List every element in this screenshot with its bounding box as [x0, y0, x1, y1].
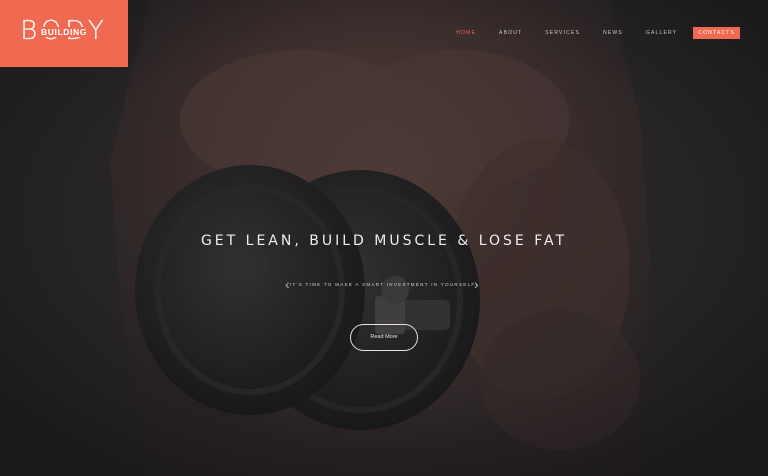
nav-item-home[interactable]: HOME	[456, 30, 476, 36]
chevron-right-icon[interactable]: ›	[474, 277, 479, 291]
main-nav: HOME ABOUT SERVICES NEWS GALLERY CONTACT…	[433, 27, 740, 39]
hero-headline: GET LEAN, BUILD MUSCLE & LOSE FAT	[200, 233, 568, 249]
logo-subtitle: BUILDING	[0, 27, 128, 37]
read-more-button[interactable]: Read More	[350, 324, 418, 351]
nav-item-news[interactable]: NEWS	[603, 30, 623, 36]
nav-item-contacts[interactable]: CONTACTS	[693, 27, 740, 39]
nav-item-services[interactable]: SERVICES	[545, 30, 580, 36]
logo-subtitle-text: BUILDING	[38, 27, 90, 37]
hero-subline: IT'S TIME TO MAKE A SMART INVESTMENT IN …	[289, 282, 478, 287]
nav-item-about[interactable]: ABOUT	[499, 30, 522, 36]
nav-item-gallery[interactable]: GALLERY	[646, 30, 677, 36]
site-logo[interactable]: BODY BUILDING	[0, 0, 128, 67]
